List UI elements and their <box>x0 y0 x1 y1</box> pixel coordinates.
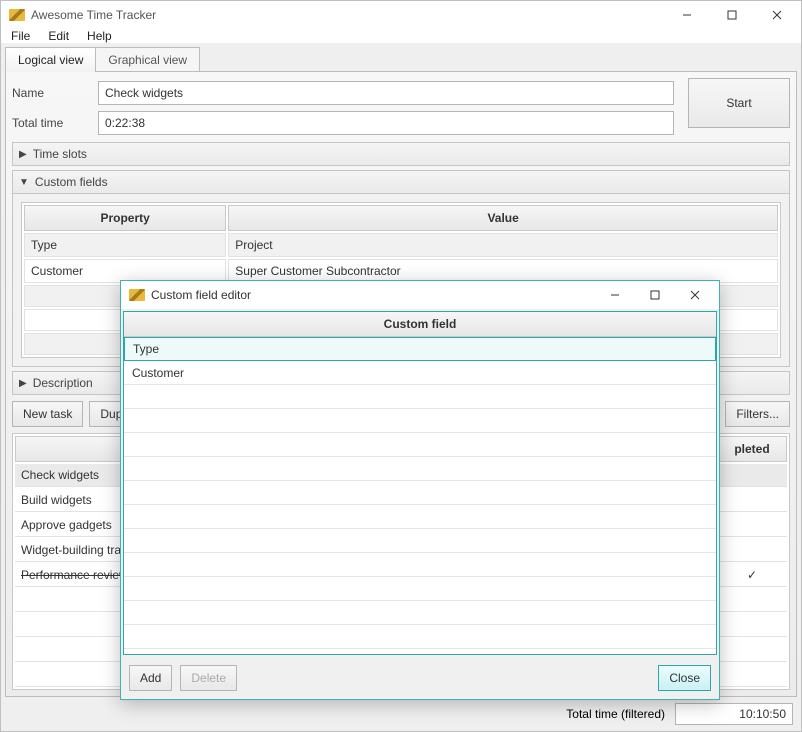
list-item[interactable]: Type <box>124 337 716 361</box>
close-dialog-button[interactable]: Close <box>658 665 711 691</box>
expander-customfields[interactable]: ▼ Custom fields <box>12 170 790 194</box>
list-item[interactable] <box>124 409 716 433</box>
list-item[interactable] <box>124 529 716 553</box>
checkmark-icon: ✓ <box>747 568 757 582</box>
table-row[interactable]: Type Project <box>24 233 778 257</box>
app-icon <box>9 9 25 21</box>
list-item[interactable] <box>124 457 716 481</box>
chevron-right-icon: ▶ <box>19 378 27 389</box>
chevron-right-icon: ▶ <box>19 149 27 160</box>
totaltime-label: Total time <box>12 116 98 130</box>
total-time-value[interactable] <box>675 703 793 725</box>
menu-help[interactable]: Help <box>87 29 112 43</box>
totaltime-input[interactable] <box>98 111 674 135</box>
window-title: Awesome Time Tracker <box>31 8 664 22</box>
tab-graphical-view[interactable]: Graphical view <box>95 47 200 72</box>
expander-timeslots[interactable]: ▶ Time slots <box>12 142 790 166</box>
maximize-button[interactable] <box>709 1 754 29</box>
minimize-button[interactable] <box>664 1 709 29</box>
name-input[interactable] <box>98 81 674 105</box>
name-label: Name <box>12 86 98 100</box>
dialog-title: Custom field editor <box>151 288 595 302</box>
menu-file[interactable]: File <box>11 29 30 43</box>
dialog-close-button[interactable] <box>675 282 715 308</box>
titlebar[interactable]: Awesome Time Tracker <box>1 1 801 29</box>
tab-logical-view[interactable]: Logical view <box>5 47 96 72</box>
chevron-down-icon: ▼ <box>19 177 29 188</box>
list-item[interactable] <box>124 601 716 625</box>
list-item[interactable] <box>124 505 716 529</box>
dialog-footer: Add Delete Close <box>121 657 719 699</box>
list-item[interactable] <box>124 553 716 577</box>
list-item[interactable] <box>124 385 716 409</box>
menu-edit[interactable]: Edit <box>48 29 69 43</box>
add-button[interactable]: Add <box>129 665 172 691</box>
new-task-button[interactable]: New task <box>12 401 83 427</box>
list-item[interactable] <box>124 481 716 505</box>
dialog-maximize-button[interactable] <box>635 282 675 308</box>
list-item[interactable]: Customer <box>124 361 716 385</box>
list-item[interactable] <box>124 625 716 649</box>
col-value[interactable]: Value <box>228 205 778 231</box>
menubar: File Edit Help <box>1 29 801 43</box>
dialog-titlebar[interactable]: Custom field editor <box>121 281 719 309</box>
col-property[interactable]: Property <box>24 205 226 231</box>
dialog-column-header[interactable]: Custom field <box>124 312 716 337</box>
total-time-label: Total time (filtered) <box>566 707 665 721</box>
close-button[interactable] <box>754 1 799 29</box>
list-item[interactable] <box>124 433 716 457</box>
delete-button[interactable]: Delete <box>180 665 237 691</box>
app-icon <box>129 289 145 301</box>
dialog-minimize-button[interactable] <box>595 282 635 308</box>
col-completed[interactable]: pleted <box>717 436 787 462</box>
status-footer: Total time (filtered) <box>5 697 797 731</box>
custom-field-editor-dialog: Custom field editor Custom field Type Cu… <box>120 280 720 700</box>
list-item[interactable] <box>124 577 716 601</box>
filters-button[interactable]: Filters... <box>725 401 790 427</box>
view-tabs: Logical view Graphical view <box>5 47 797 72</box>
start-button[interactable]: Start <box>688 78 790 128</box>
